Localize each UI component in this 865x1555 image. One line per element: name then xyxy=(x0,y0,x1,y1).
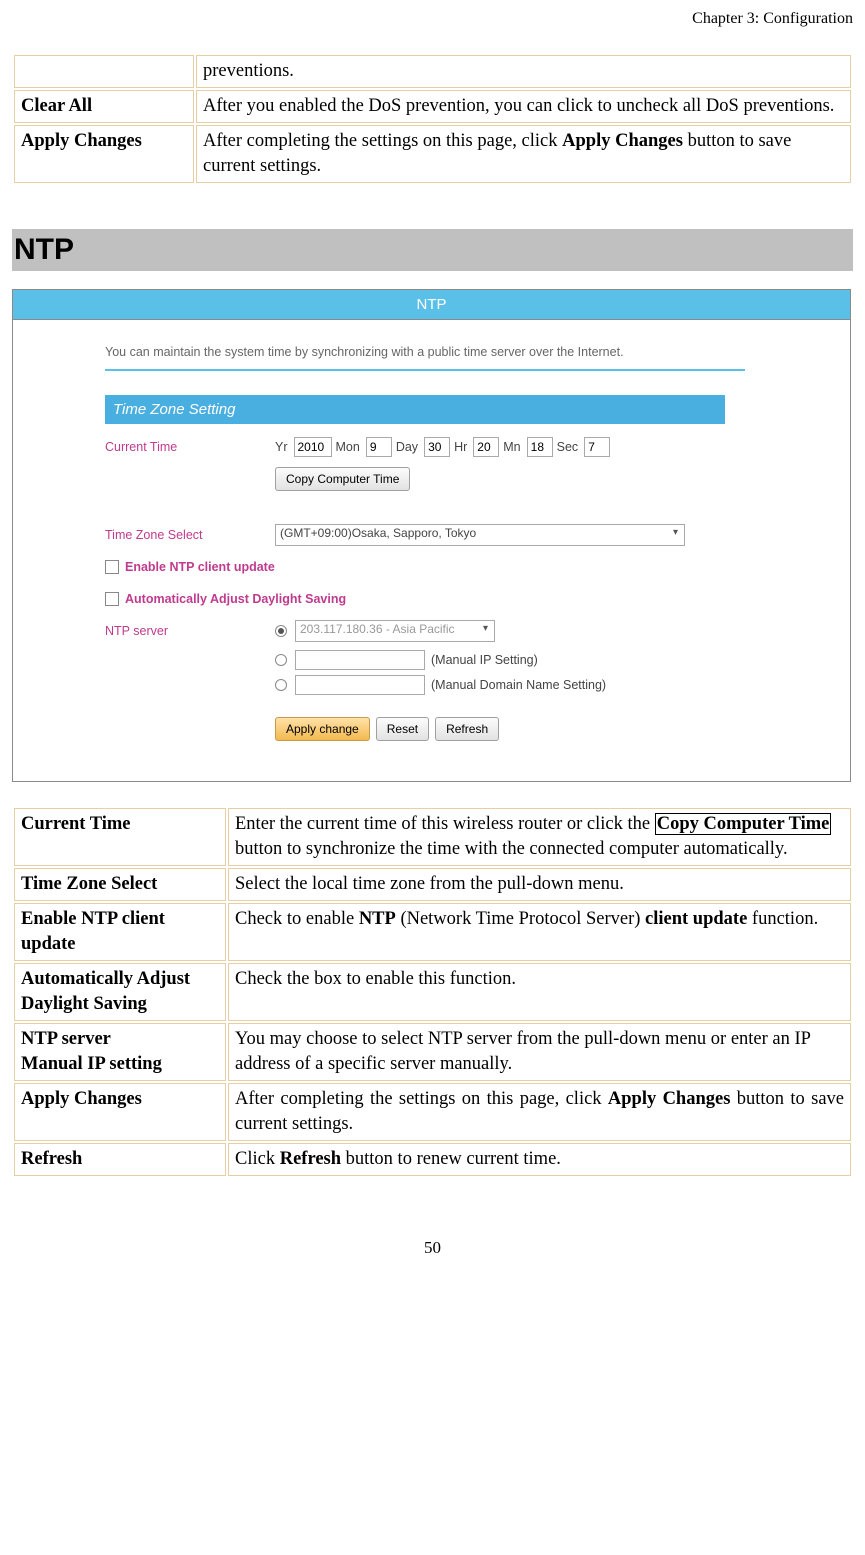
enable-ntp-label: Enable NTP client update xyxy=(125,560,275,574)
cell-key: Automatically Adjust Daylight Saving xyxy=(14,963,226,1021)
manual-domain-row: (Manual Domain Name Setting) xyxy=(275,675,758,695)
cell-desc: After completing the settings on this pa… xyxy=(228,1083,851,1141)
text-bold: NTP xyxy=(359,909,396,929)
manual-ip-label: (Manual IP Setting) xyxy=(431,653,538,667)
year-input[interactable] xyxy=(294,437,332,457)
tz-select-dropdown[interactable]: (GMT+09:00)Osaka, Sapporo, Tokyo xyxy=(275,524,685,546)
cell-desc: Select the local time zone from the pull… xyxy=(228,868,851,901)
text: (Network Time Protocol Server) xyxy=(396,909,645,929)
cell-key: Apply Changes xyxy=(14,125,194,183)
cell-desc: Check the box to enable this function. xyxy=(228,963,851,1021)
tz-select-row: Time Zone Select (GMT+09:00)Osaka, Sappo… xyxy=(105,522,758,548)
day-input[interactable] xyxy=(424,437,450,457)
month-input[interactable] xyxy=(366,437,392,457)
cell-key xyxy=(14,55,194,88)
text-bold: Refresh xyxy=(280,1149,341,1169)
cell-key: Current Time xyxy=(14,808,226,866)
table-row: NTP server Manual IP setting You may cho… xyxy=(14,1023,851,1081)
text: After completing the settings on this pa… xyxy=(235,1089,608,1109)
ntp-server-radio-preset[interactable] xyxy=(275,625,287,637)
ntp-server-label: NTP server xyxy=(105,624,275,638)
enable-ntp-checkbox[interactable] xyxy=(105,560,119,574)
cell-desc: preventions. xyxy=(196,55,851,88)
cell-key: NTP server Manual IP setting xyxy=(14,1023,226,1081)
page-number: 50 xyxy=(12,1238,853,1258)
timezone-setting-header: Time Zone Setting xyxy=(105,395,725,424)
panel-title: NTP xyxy=(13,290,850,320)
cell-key: Refresh xyxy=(14,1143,226,1176)
table-row: Current Time Enter the current time of t… xyxy=(14,808,851,866)
copy-computer-time-button[interactable]: Copy Computer Time xyxy=(275,467,410,491)
cell-desc: Check to enable NTP (Network Time Protoc… xyxy=(228,903,851,961)
text: NTP server xyxy=(21,1029,111,1049)
boxed-text: Copy Computer Time xyxy=(655,813,832,835)
minute-input[interactable] xyxy=(527,437,553,457)
copy-time-row: Copy Computer Time xyxy=(105,466,758,492)
chapter-header: Chapter 3: Configuration xyxy=(12,10,853,28)
text: Click xyxy=(235,1149,280,1169)
table-row: Clear All After you enabled the DoS prev… xyxy=(14,90,851,123)
cell-key: Clear All xyxy=(14,90,194,123)
mon-label: Mon xyxy=(336,440,360,454)
manual-domain-input[interactable] xyxy=(295,675,425,695)
mn-label: Mn xyxy=(503,440,520,454)
tz-select-label: Time Zone Select xyxy=(105,528,275,542)
cell-desc: Enter the current time of this wireless … xyxy=(228,808,851,866)
auto-dst-label: Automatically Adjust Daylight Saving xyxy=(125,592,346,606)
panel-intro-text: You can maintain the system time by sync… xyxy=(105,344,745,372)
second-input[interactable] xyxy=(584,437,610,457)
cell-desc: You may choose to select NTP server from… xyxy=(228,1023,851,1081)
manual-ip-row: (Manual IP Setting) xyxy=(275,650,758,670)
text: Manual IP setting xyxy=(21,1054,162,1074)
ntp-server-row: NTP server 203.117.180.36 - Asia Pacific xyxy=(105,618,758,644)
text: Enter the current time of this wireless … xyxy=(235,814,655,834)
text-bold: Apply Changes xyxy=(608,1089,731,1109)
table-row: Time Zone Select Select the local time z… xyxy=(14,868,851,901)
text: button to synchronize the time with the … xyxy=(235,839,788,859)
current-time-label: Current Time xyxy=(105,440,275,454)
table-row: Automatically Adjust Daylight Saving Che… xyxy=(14,963,851,1021)
table-row: Apply Changes After completing the setti… xyxy=(14,1083,851,1141)
cell-desc: After completing the settings on this pa… xyxy=(196,125,851,183)
refresh-button[interactable]: Refresh xyxy=(435,717,499,741)
hr-label: Hr xyxy=(454,440,467,454)
table-row: Refresh Click Refresh button to renew cu… xyxy=(14,1143,851,1176)
cell-key: Enable NTP client update xyxy=(14,903,226,961)
day-label: Day xyxy=(396,440,418,454)
enable-ntp-row: Enable NTP client update xyxy=(105,554,758,580)
text-bold: Apply Changes xyxy=(562,131,683,151)
table-row: Enable NTP client update Check to enable… xyxy=(14,903,851,961)
text: function. xyxy=(747,909,818,929)
panel-body: You can maintain the system time by sync… xyxy=(13,320,850,782)
ntp-server-radio-manual-domain[interactable] xyxy=(275,679,287,691)
text-bold: client update xyxy=(645,909,747,929)
yr-label: Yr xyxy=(275,440,288,454)
auto-dst-row: Automatically Adjust Daylight Saving xyxy=(105,586,758,612)
section-heading-ntp: NTP xyxy=(12,229,853,271)
current-time-row: Current Time Yr Mon Day Hr Mn Sec xyxy=(105,434,758,460)
auto-dst-checkbox[interactable] xyxy=(105,592,119,606)
hour-input[interactable] xyxy=(473,437,499,457)
table-row: Apply Changes After completing the setti… xyxy=(14,125,851,183)
text: button to renew current time. xyxy=(341,1149,561,1169)
apply-change-button[interactable]: Apply change xyxy=(275,717,370,741)
cell-desc: Click Refresh button to renew current ti… xyxy=(228,1143,851,1176)
reset-button[interactable]: Reset xyxy=(376,717,429,741)
cell-key: Time Zone Select xyxy=(14,868,226,901)
text: Check to enable xyxy=(235,909,359,929)
cell-key: Apply Changes xyxy=(14,1083,226,1141)
dos-description-table: preventions. Clear All After you enabled… xyxy=(12,53,853,185)
button-row: Apply change Reset Refresh xyxy=(275,717,758,741)
manual-domain-label: (Manual Domain Name Setting) xyxy=(431,678,606,692)
table-row: preventions. xyxy=(14,55,851,88)
ntp-description-table: Current Time Enter the current time of t… xyxy=(12,806,853,1178)
ntp-server-dropdown[interactable]: 203.117.180.36 - Asia Pacific xyxy=(295,620,495,642)
ntp-server-radio-manual-ip[interactable] xyxy=(275,654,287,666)
ntp-config-panel: NTP You can maintain the system time by … xyxy=(12,289,851,783)
sec-label: Sec xyxy=(557,440,579,454)
manual-ip-input[interactable] xyxy=(295,650,425,670)
text: After completing the settings on this pa… xyxy=(203,131,562,151)
cell-desc: After you enabled the DoS prevention, yo… xyxy=(196,90,851,123)
